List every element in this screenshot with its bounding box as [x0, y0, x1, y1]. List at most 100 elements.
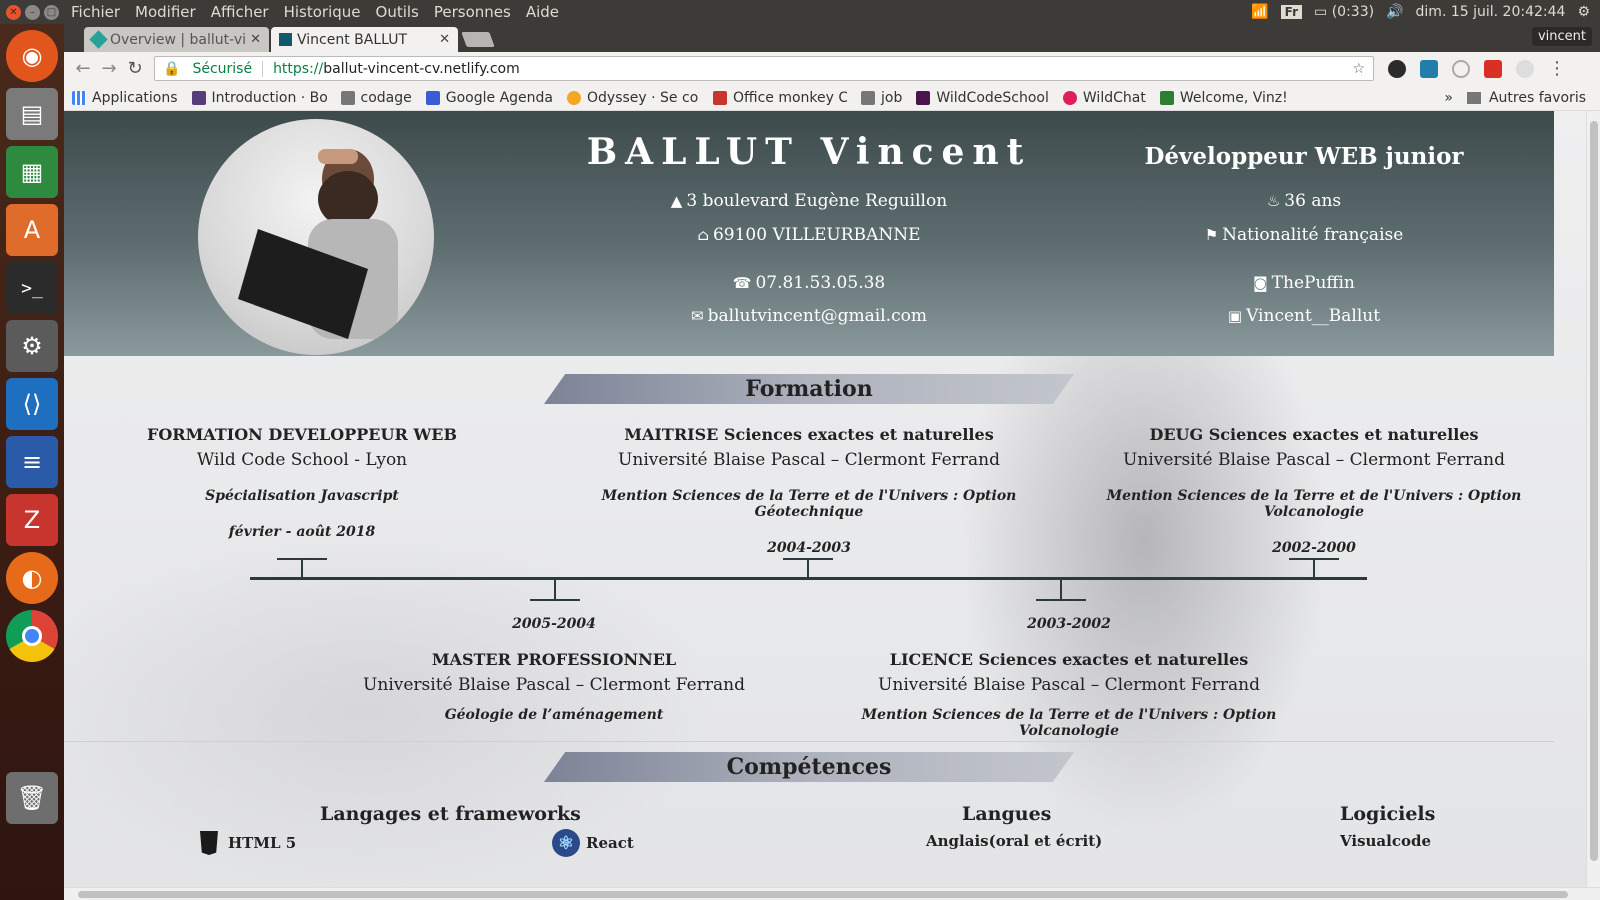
tab-overview[interactable]: Overview | ballut-vi ✕ — [84, 27, 269, 52]
horizontal-scrollbar[interactable] — [64, 887, 1600, 900]
odyssey-icon — [567, 90, 582, 105]
phone[interactable]: ☎ 07.81.53.05.38 — [634, 273, 984, 293]
scrollbar-thumb[interactable] — [78, 891, 1568, 898]
scrollbar-thumb[interactable] — [1590, 121, 1598, 861]
folder-icon — [861, 90, 876, 105]
url-scheme: https:// — [273, 60, 324, 77]
tab-label: Overview | ballut-vi — [110, 31, 246, 48]
tab-vincent-ballut[interactable]: Vincent BALLUT ✕ — [271, 27, 458, 52]
road-icon: ▲ — [670, 192, 683, 210]
new-tab-button[interactable] — [461, 32, 495, 47]
window-maximize-button[interactable]: □ — [44, 4, 59, 20]
forward-arrow-icon[interactable]: → — [96, 58, 122, 79]
html5-icon — [200, 831, 218, 855]
envelope-icon: ✉ — [691, 307, 704, 325]
cv-header: BALLUT Vincent Développeur WEB junior ▲ 3… — [64, 111, 1554, 356]
email-link[interactable]: ✉ ballutvincent@gmail.com — [634, 306, 984, 326]
terminal-icon[interactable]: >_ — [6, 262, 58, 314]
vertical-scrollbar[interactable] — [1586, 111, 1600, 887]
folder-icon — [1466, 91, 1481, 104]
formation-title: MAITRISE Sciences exactes et naturelles — [624, 425, 994, 444]
menu-outils[interactable]: Outils — [376, 3, 419, 21]
nationality: ⚑ Nationalité française — [1204, 225, 1404, 245]
battery-indicator[interactable]: ▭ (0:33) — [1314, 4, 1374, 20]
chrome-icon[interactable] — [6, 610, 58, 662]
profile-button[interactable]: vincent — [1531, 27, 1592, 46]
window-close-button[interactable]: ✕ — [6, 4, 21, 20]
document-icon[interactable]: ≡ — [6, 436, 58, 488]
bookmark-introduction[interactable]: Introduction · Bo — [191, 90, 327, 106]
address-bar[interactable]: 🔒 Sécurisé https:// ballut-vincent-cv.ne… — [154, 56, 1374, 81]
twitter-link[interactable]: ▣ Vincent__Ballut — [1194, 306, 1414, 326]
zotero-icon[interactable]: Z — [6, 494, 58, 546]
react-icon: ⚛ — [552, 829, 580, 857]
keyboard-layout-indicator[interactable]: Fr — [1280, 5, 1303, 19]
battery-icon: ▭ — [1314, 4, 1328, 20]
bookmark-wildcodeschool[interactable]: WildCodeSchool — [916, 90, 1049, 106]
volume-icon[interactable]: 🔊 — [1386, 4, 1403, 20]
menu-kebab-icon[interactable]: ⋮ — [1548, 58, 1566, 79]
extension-circle-icon[interactable] — [1452, 59, 1470, 78]
bookmark-codage[interactable]: codage — [340, 90, 412, 106]
extension-grey-icon[interactable] — [1516, 59, 1534, 78]
calendar-icon — [425, 90, 440, 105]
extension-react-icon[interactable] — [1420, 59, 1438, 78]
close-icon[interactable]: ✕ — [250, 32, 261, 47]
bookmark-applications[interactable]: Applications — [72, 90, 178, 106]
competences-heading: Compétences — [544, 752, 1074, 782]
reload-icon[interactable]: ↻ — [122, 58, 148, 79]
bookmark-google-agenda[interactable]: Google Agenda — [425, 90, 553, 106]
timeline-tick — [554, 580, 556, 600]
clock[interactable]: dim. 15 juil. 20:42:44 — [1416, 4, 1566, 20]
formation-title: LICENCE Sciences exactes et naturelles — [889, 650, 1249, 669]
formation-heading: Formation — [544, 374, 1074, 404]
skill-anglais: Anglais(oral et écrit) — [926, 832, 1103, 850]
tab-label: Vincent BALLUT — [297, 31, 408, 48]
formation-item-master: 2005-2004 MASTER PROFESSIONNEL Universit… — [354, 616, 754, 723]
wifi-icon[interactable]: 📶 — [1251, 4, 1268, 20]
bookmark-office-monkey[interactable]: Office monkey C — [713, 90, 847, 106]
vscode-icon[interactable]: ⟨⟩ — [6, 378, 58, 430]
ubuntu-logo-icon[interactable]: ◉ — [6, 30, 58, 82]
office-monkey-icon — [713, 90, 728, 105]
tab-strip: Overview | ballut-vi ✕ Vincent BALLUT ✕ … — [64, 24, 1600, 52]
firefox-icon[interactable]: ◐ — [6, 552, 58, 604]
formation-school: Université Blaise Pascal – Clermont Ferr… — [878, 675, 1260, 695]
bookmarks-overflow-button[interactable]: » — [1444, 90, 1453, 106]
window-minimize-button[interactable]: – — [25, 4, 40, 20]
menu-modifier[interactable]: Modifier — [135, 3, 196, 21]
extension-cors-icon[interactable] — [1484, 59, 1502, 78]
settings-icon[interactable]: ⚙ — [6, 320, 58, 372]
bookmark-odyssey[interactable]: Odyssey · Se con — [567, 90, 699, 106]
bookmark-wildchat[interactable]: WildChat — [1062, 90, 1146, 106]
system-gear-icon[interactable]: ⚙ — [1577, 4, 1590, 20]
files-icon[interactable]: ▤ — [6, 88, 58, 140]
close-icon[interactable]: ✕ — [439, 32, 450, 47]
wildchat-icon — [1062, 90, 1077, 105]
app-menubar: Fichier Modifier Afficher Historique Out… — [71, 3, 574, 21]
back-arrow-icon[interactable]: ← — [70, 58, 96, 79]
birthday-cake-icon: ♨ — [1266, 192, 1281, 210]
url-host: ballut-vincent-cv.netlify.com — [323, 60, 520, 77]
extension-dark-icon[interactable] — [1388, 59, 1406, 78]
bookmark-star-icon[interactable]: ☆ — [1352, 61, 1365, 77]
formation-desc: Mention Sciences de la Terre et de l'Uni… — [601, 488, 1017, 520]
lock-icon: 🔒 — [163, 60, 181, 77]
menu-fichier[interactable]: Fichier — [71, 3, 120, 21]
twitter-icon: ▣ — [1227, 307, 1243, 325]
software-store-icon[interactable]: A — [6, 204, 58, 256]
menu-afficher[interactable]: Afficher — [211, 3, 269, 21]
bookmark-job[interactable]: job — [861, 90, 902, 106]
menu-aide[interactable]: Aide — [526, 3, 559, 21]
menu-historique[interactable]: Historique — [284, 3, 361, 21]
spreadsheet-icon[interactable]: ▦ — [6, 146, 58, 198]
bookmark-other-favorites[interactable]: Autres favoris — [1466, 90, 1586, 106]
bookmark-welcome-vinz[interactable]: Welcome, Vinz! — [1159, 90, 1288, 106]
trash-icon[interactable]: 🗑 — [6, 772, 58, 824]
flag-icon: ⚑ — [1204, 226, 1219, 244]
browser-toolbar: ← → ↻ 🔒 Sécurisé https:// ballut-vincent… — [64, 52, 1600, 85]
github-link[interactable]: ◙ ThePuffin — [1214, 273, 1394, 293]
menu-personnes[interactable]: Personnes — [434, 3, 511, 21]
timeline-tick — [807, 558, 809, 578]
top-panel: ✕ – □ Fichier Modifier Afficher Historiq… — [0, 0, 1600, 24]
